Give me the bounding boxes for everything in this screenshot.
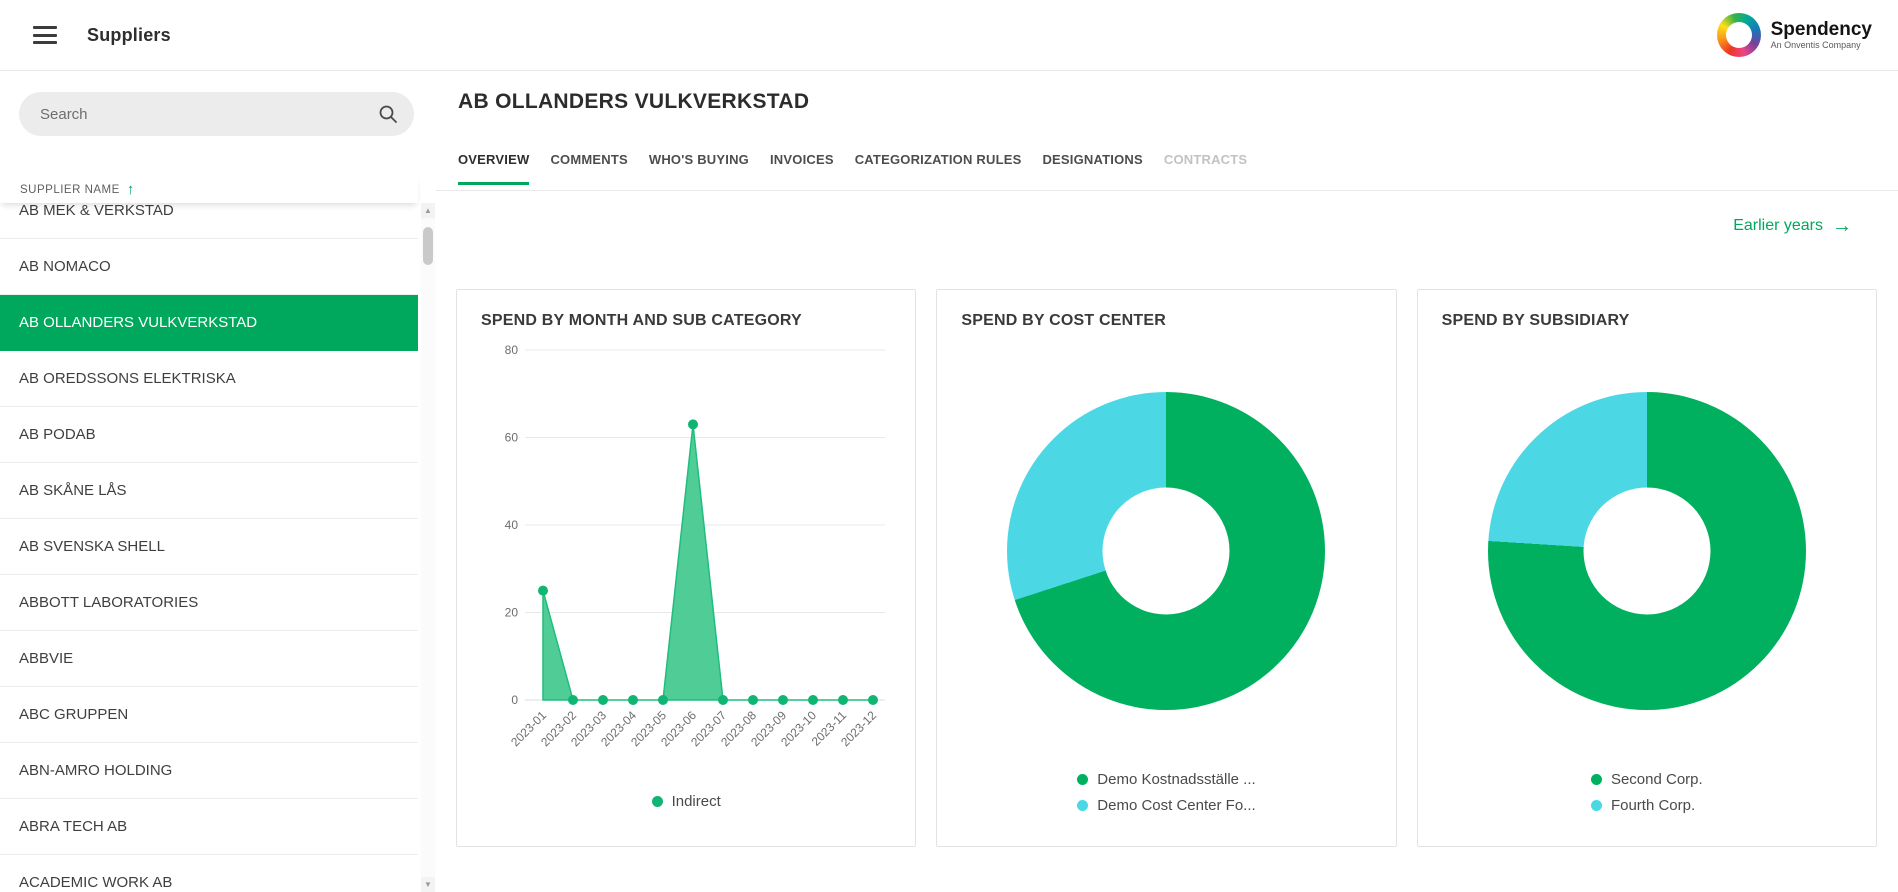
legend-item[interactable]: Demo Cost Center Fo... bbox=[1077, 797, 1255, 814]
legend-item[interactable]: Demo Kostnadsställe ... bbox=[1077, 771, 1255, 788]
legend-dot bbox=[1591, 800, 1602, 811]
supplier-row[interactable]: AB NOMACO bbox=[0, 239, 418, 295]
card-title: SPEND BY COST CENTER bbox=[961, 312, 1371, 330]
subsidiary-donut-chart bbox=[1488, 392, 1806, 710]
app-title: Suppliers bbox=[87, 25, 171, 46]
supplier-row[interactable]: ABN-AMRO HOLDING bbox=[0, 743, 418, 799]
legend-dot bbox=[1077, 800, 1088, 811]
supplier-row[interactable]: AB OREDSSONS ELEKTRISKA bbox=[0, 351, 418, 407]
legend-item[interactable]: Fourth Corp. bbox=[1591, 797, 1703, 814]
brand-tagline: An Onventis Company bbox=[1771, 40, 1872, 50]
supplier-row[interactable]: ABBVIE bbox=[0, 631, 418, 687]
tab-overview[interactable]: OVERVIEW bbox=[458, 152, 529, 185]
tab-invoices[interactable]: INVOICES bbox=[770, 152, 834, 185]
svg-text:40: 40 bbox=[505, 518, 519, 532]
brand-name: Spendency bbox=[1771, 20, 1872, 40]
scroll-down-icon[interactable]: ▼ bbox=[421, 877, 435, 892]
supplier-row[interactable]: AB SKÅNE LÅS bbox=[0, 463, 418, 519]
earlier-years-label: Earlier years bbox=[1733, 217, 1823, 235]
dashboard-cards: SPEND BY MONTH AND SUB CATEGORY 0 20 40 60 8… bbox=[456, 289, 1877, 847]
menu-icon[interactable] bbox=[33, 22, 57, 49]
area-chart: 0204060802023-012023-022023-032023-04202… bbox=[481, 334, 891, 791]
scroll-up-icon[interactable]: ▲ bbox=[421, 203, 435, 218]
spendency-logo-icon bbox=[1717, 13, 1761, 57]
legend-dot bbox=[652, 796, 663, 807]
tab-who-s-buying[interactable]: WHO'S BUYING bbox=[649, 152, 749, 185]
svg-text:80: 80 bbox=[505, 343, 519, 357]
top-bar: Suppliers Spendency An Onventis Company bbox=[0, 0, 1898, 71]
svg-text:0: 0 bbox=[511, 693, 518, 707]
search-box bbox=[19, 92, 414, 136]
spend-by-month-card: SPEND BY MONTH AND SUB CATEGORY 0 20 40 60 8… bbox=[456, 289, 916, 847]
legend-label: Second Corp. bbox=[1611, 771, 1703, 788]
supplier-row[interactable]: ACADEMIC WORK AB bbox=[0, 855, 418, 892]
supplier-row[interactable]: ABBOTT LABORATORIES bbox=[0, 575, 418, 631]
card-title: SPEND BY MONTH AND SUB CATEGORY bbox=[481, 312, 891, 330]
supplier-row[interactable]: AB OLLANDERS VULKVERKSTAD bbox=[0, 295, 418, 351]
supplier-row[interactable]: ABC GRUPPEN bbox=[0, 687, 418, 743]
scrollbar-thumb[interactable] bbox=[423, 227, 433, 265]
brand-logo: Spendency An Onventis Company bbox=[1717, 13, 1872, 57]
spend-by-cost-center-card: SPEND BY COST CENTER Demo Kostnadsställe… bbox=[936, 289, 1396, 847]
tab-categorization-rules[interactable]: CATEGORIZATION RULES bbox=[855, 152, 1022, 185]
sidebar-scrollbar[interactable]: ▲ ▼ bbox=[421, 203, 435, 892]
svg-text:60: 60 bbox=[505, 431, 519, 445]
tab-contracts: CONTRACTS bbox=[1164, 152, 1247, 185]
page-title: AB OLLANDERS VULKVERKSTAD bbox=[458, 90, 809, 114]
supplier-row[interactable]: AB SVENSKA SHELL bbox=[0, 519, 418, 575]
tabs: OVERVIEW COMMENTS WHO'S BUYING INVOICES CATE… bbox=[458, 152, 1878, 185]
subsidiary-legend: Second Corp. Fourth Corp. bbox=[1591, 771, 1703, 814]
legend-label: Demo Kostnadsställe ... bbox=[1097, 771, 1255, 788]
legend-dot bbox=[1591, 774, 1602, 785]
supplier-row[interactable]: ABRA TECH AB bbox=[0, 799, 418, 855]
cost-center-legend: Demo Kostnadsställe ... Demo Cost Center … bbox=[1077, 771, 1255, 814]
legend-dot bbox=[1077, 774, 1088, 785]
cost-center-donut-chart bbox=[1007, 392, 1325, 710]
card-title: SPEND BY SUBSIDIARY bbox=[1442, 312, 1852, 330]
earlier-years-link[interactable]: Earlier years → bbox=[1733, 216, 1852, 236]
supplier-row[interactable]: AB PODAB bbox=[0, 407, 418, 463]
legend-label[interactable]: Indirect bbox=[672, 793, 721, 810]
supplier-detail-panel: AB OLLANDERS VULKVERKSTAD OVERVIEW COMMEN… bbox=[436, 70, 1898, 892]
tab-designations[interactable]: DESIGNATIONS bbox=[1042, 152, 1142, 185]
supplier-row[interactable]: AB MEK & VERKSTAD bbox=[0, 203, 418, 239]
tabs-divider bbox=[436, 190, 1898, 191]
sort-label: SUPPLIER NAME bbox=[20, 184, 120, 196]
arrow-right-icon: → bbox=[1832, 216, 1852, 236]
svg-text:20: 20 bbox=[505, 606, 519, 620]
search-input[interactable] bbox=[19, 92, 414, 136]
tab-comments[interactable]: COMMENTS bbox=[550, 152, 627, 185]
search-icon[interactable] bbox=[377, 103, 399, 125]
legend-item[interactable]: Second Corp. bbox=[1591, 771, 1703, 788]
spend-by-subsidiary-card: SPEND BY SUBSIDIARY Second Corp. Fourth C… bbox=[1417, 289, 1877, 847]
legend-label: Fourth Corp. bbox=[1611, 797, 1695, 814]
supplier-list: AB MEK & VERKSTADAB NOMACOAB OLLANDERS V… bbox=[0, 203, 418, 892]
area-chart-legend: Indirect bbox=[481, 793, 891, 810]
app-window: Suppliers Spendency An Onventis Company … bbox=[0, 0, 1898, 892]
legend-label: Demo Cost Center Fo... bbox=[1097, 797, 1255, 814]
sort-ascending-icon: ↑ bbox=[127, 182, 135, 197]
sort-header-supplier-name[interactable]: SUPPLIER NAME ↑ bbox=[0, 176, 418, 203]
supplier-sidebar: SUPPLIER NAME ↑ AB MEK & VERKSTADAB NOMA… bbox=[0, 70, 437, 892]
